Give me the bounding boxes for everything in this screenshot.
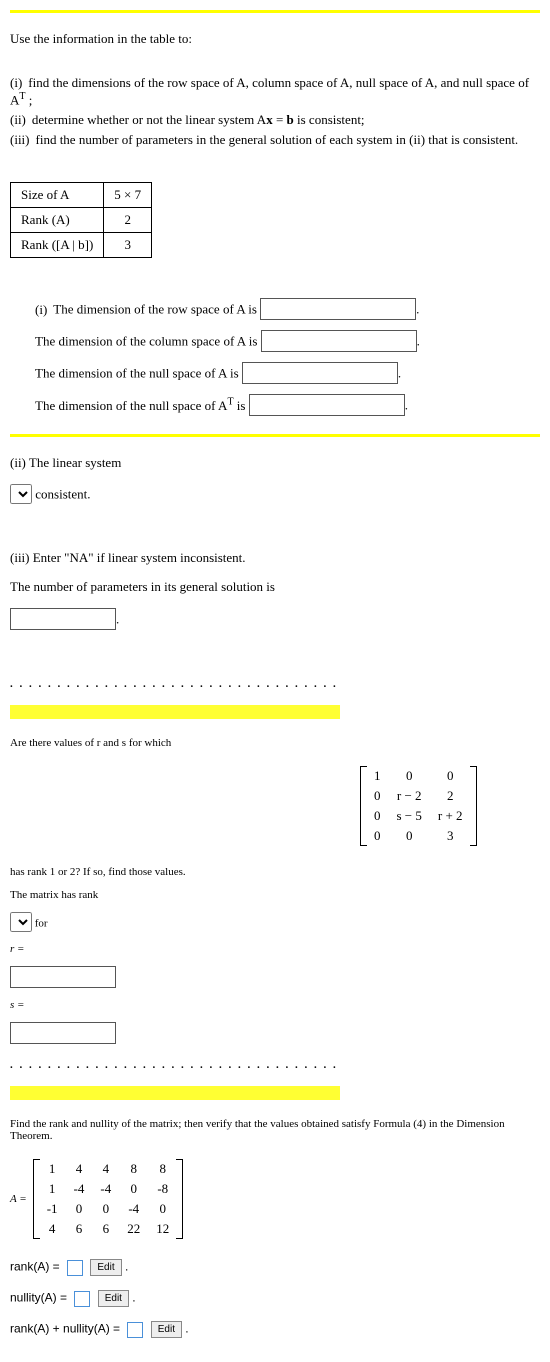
p3-rank-input[interactable] bbox=[67, 1260, 83, 1276]
q1-b-label: The dimension of the column space of A i… bbox=[35, 334, 257, 349]
q2-heading: (ii) The linear system bbox=[10, 455, 540, 471]
question-1: (i)The dimension of the row space of A i… bbox=[10, 298, 540, 416]
question-3: (iii) Enter "NA" if linear system incons… bbox=[10, 550, 540, 630]
p2-matrix: 100 0r − 22 0s − 5r + 2 003 bbox=[360, 766, 477, 846]
table-cell: 2 bbox=[104, 208, 152, 233]
p2-rank-select[interactable] bbox=[10, 912, 32, 932]
q1-b-input[interactable] bbox=[261, 330, 417, 352]
q1-c-label: The dimension of the null space of A is bbox=[35, 366, 239, 381]
divider-top bbox=[10, 10, 540, 13]
edit-button[interactable]: Edit bbox=[90, 1259, 121, 1276]
table-cell: 5 × 7 bbox=[104, 183, 152, 208]
table-cell: Size of A bbox=[11, 183, 104, 208]
p2-q: has rank 1 or 2? If so, find those value… bbox=[10, 866, 540, 878]
problem-2: Are there values of r and s for which 10… bbox=[10, 737, 540, 1044]
edit-button[interactable]: Edit bbox=[98, 1290, 129, 1307]
intro-lead: Use the information in the table to: bbox=[10, 31, 540, 47]
p3-nullity-input[interactable] bbox=[74, 1291, 90, 1307]
q2-tail: consistent. bbox=[35, 487, 90, 502]
highlight-bar bbox=[10, 705, 340, 719]
intro-i: (i)find the dimensions of the row space … bbox=[10, 75, 540, 108]
p3-nullity-row: nullity(A) = Edit . bbox=[10, 1290, 540, 1307]
q1-a-label: The dimension of the row space of A is bbox=[53, 302, 257, 317]
p2-for: for bbox=[35, 918, 48, 930]
intro-ii: (ii)determine whether or not the linear … bbox=[10, 112, 540, 128]
question-2: (ii) The linear system consistent. bbox=[10, 455, 540, 504]
intro-block: Use the information in the table to: (i)… bbox=[10, 31, 540, 148]
p3-sum-row: rank(A) + nullity(A) = Edit . bbox=[10, 1321, 540, 1338]
p2-lead: Are there values of r and s for which bbox=[10, 737, 540, 749]
q1-c-input[interactable] bbox=[242, 362, 398, 384]
p3-lead: Find the rank and nullity of the matrix;… bbox=[10, 1118, 540, 1142]
dotted-divider: . . . . . . . . . . . . . . . . . . . . … bbox=[10, 678, 340, 690]
p3-Aeq: A = bbox=[10, 1193, 27, 1205]
q1-d-label: The dimension of the null space of AT is bbox=[35, 398, 245, 413]
p2-matrix-block: 100 0r − 22 0s − 5r + 2 003 bbox=[360, 760, 540, 855]
p2-r-label: r = bbox=[10, 943, 540, 955]
p2-line: The matrix has rank bbox=[10, 889, 540, 901]
p3-sum-input[interactable] bbox=[127, 1322, 143, 1338]
q2-select[interactable] bbox=[10, 484, 32, 504]
p2-s-input[interactable] bbox=[10, 1022, 116, 1044]
info-table: Size of A5 × 7 Rank (A)2 Rank ([A | b])3 bbox=[10, 182, 152, 258]
problem-3: Find the rank and nullity of the matrix;… bbox=[10, 1118, 540, 1338]
p2-r-input[interactable] bbox=[10, 966, 116, 988]
p3-matrix: 14488 1-4-40-8 -100-40 4662212 bbox=[33, 1159, 184, 1239]
q1-d-input[interactable] bbox=[249, 394, 405, 416]
intro-iii: (iii)find the number of parameters in th… bbox=[10, 132, 540, 148]
q3-heading: (iii) Enter "NA" if linear system incons… bbox=[10, 550, 540, 566]
q3-input[interactable] bbox=[10, 608, 116, 630]
table-cell: Rank (A) bbox=[11, 208, 104, 233]
highlight-bar-2 bbox=[10, 1086, 340, 1100]
q3-line: The number of parameters in its general … bbox=[10, 579, 540, 595]
p3-rank-row: rank(A) = Edit . bbox=[10, 1259, 540, 1276]
dotted-divider-2: . . . . . . . . . . . . . . . . . . . . … bbox=[10, 1059, 340, 1071]
table-cell: Rank ([A | b]) bbox=[11, 233, 104, 258]
q1-a-input[interactable] bbox=[260, 298, 416, 320]
p2-s-label: s = bbox=[10, 999, 540, 1011]
edit-button[interactable]: Edit bbox=[151, 1321, 182, 1338]
table-cell: 3 bbox=[104, 233, 152, 258]
divider-1 bbox=[10, 434, 540, 437]
